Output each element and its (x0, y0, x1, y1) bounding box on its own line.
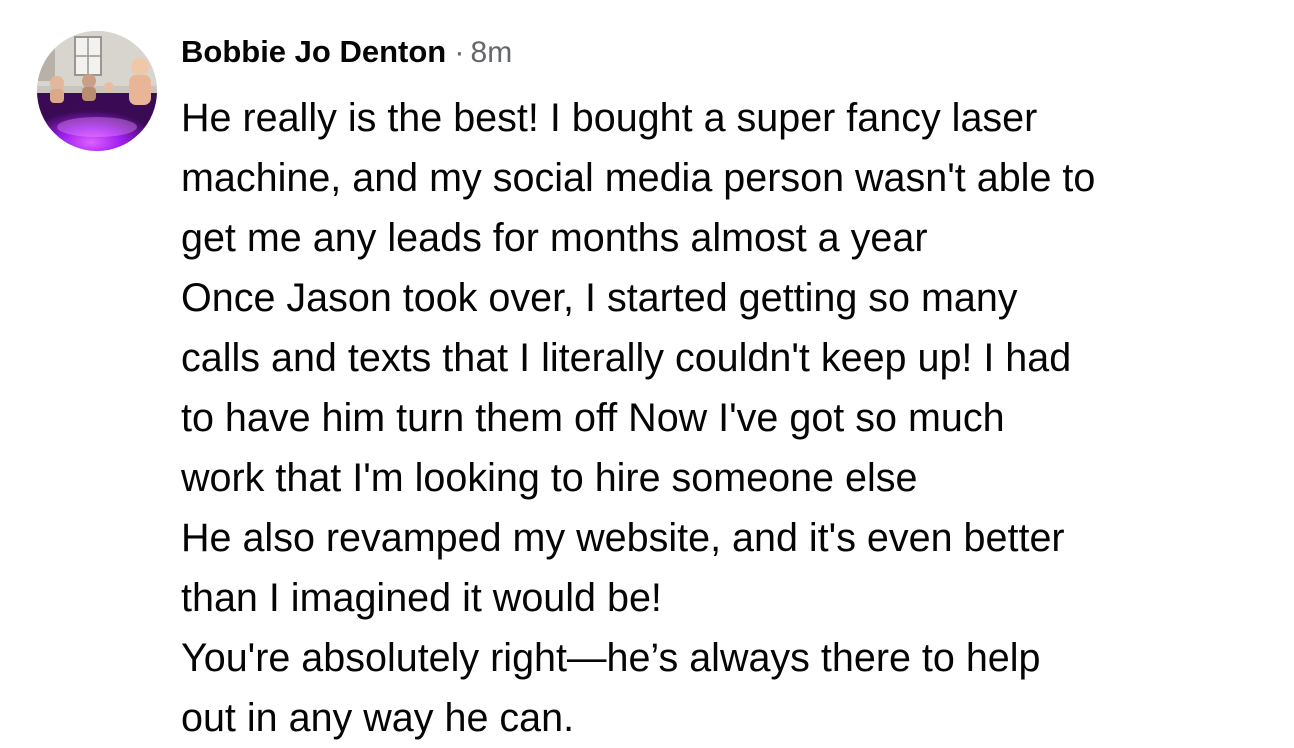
avatar[interactable] (37, 31, 157, 151)
comment-text-line: You're absolutely right—he’s always ther… (181, 636, 1041, 680)
profile-photo-icon (37, 31, 157, 151)
comment-text-line: machine, and my social media person wasn… (181, 156, 1096, 200)
comment-text-line: He also revamped my website, and it's ev… (181, 516, 1065, 560)
comment-text-line: work that I'm looking to hire someone el… (181, 456, 918, 500)
comment-text-line: to have him turn them off Now I've got s… (181, 396, 1005, 440)
comment-body: Bobbie Jo Denton · 8m He really is the bes… (181, 30, 1281, 748)
comment-text-line: calls and texts that I literally couldn'… (181, 336, 1072, 380)
comment: Bobbie Jo Denton · 8m He really is the bes… (0, 0, 1294, 740)
comment-meta: Bobbie Jo Denton · 8m (181, 30, 1281, 74)
comment-text: He really is the best! I bought a super … (181, 88, 1281, 748)
meta-separator: · (454, 34, 465, 69)
comment-text-line: get me any leads for months almost a yea… (181, 216, 928, 260)
timestamp[interactable]: 8m (471, 36, 513, 69)
comment-text-line: Once Jason took over, I started getting … (181, 276, 1018, 320)
author-name[interactable]: Bobbie Jo Denton (181, 34, 446, 69)
comment-text-line: than I imagined it would be! (181, 576, 662, 620)
comment-text-line: He really is the best! I bought a super … (181, 96, 1038, 140)
comment-text-line: out in any way he can. (181, 696, 575, 740)
